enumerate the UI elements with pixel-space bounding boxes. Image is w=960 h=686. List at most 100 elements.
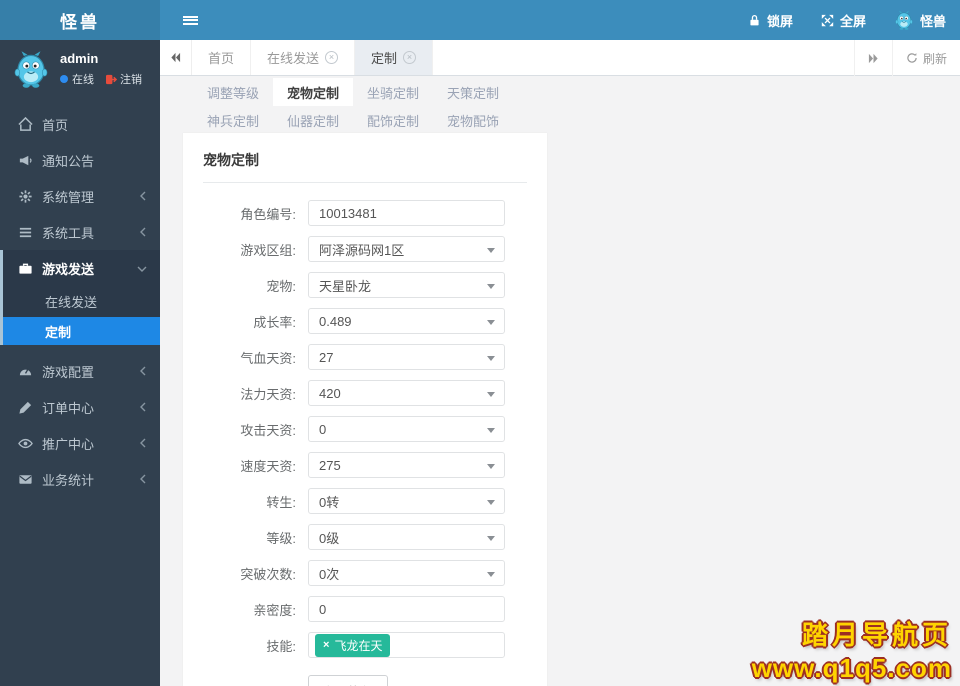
sidebar-item-order-center[interactable]: 订单中心 — [0, 389, 160, 425]
collapse-tabs-button[interactable] — [160, 40, 192, 75]
tab-label: 定制 — [371, 51, 398, 66]
caret-down-icon — [487, 320, 495, 325]
subtab-artifact-customize[interactable]: 仙器定制 — [273, 106, 353, 134]
eye-icon — [18, 438, 33, 448]
logout-label: 注销 — [120, 74, 142, 86]
field-value: 0次 — [319, 566, 340, 582]
field-value: 420 — [319, 385, 341, 401]
rebirth-select[interactable]: 0转 — [308, 488, 505, 514]
fullscreen-icon — [821, 14, 834, 26]
fullscreen-button[interactable]: 全屏 — [821, 11, 866, 30]
forward-icon — [868, 53, 878, 63]
execute-button[interactable]: 立即执行 — [308, 675, 389, 686]
caret-down-icon — [487, 572, 495, 577]
level-select[interactable]: 0级 — [308, 524, 505, 550]
field-label: 宠物: — [266, 278, 296, 294]
chevron-left-icon — [139, 189, 147, 204]
pet-customize-card: 宠物定制 角色编号: 10013481 游戏区组: 阿泽源码网1区 宠物: 天星… — [183, 133, 547, 686]
user-avatar — [12, 50, 50, 88]
caret-down-icon — [487, 392, 495, 397]
tab-label: 首页 — [208, 51, 235, 66]
lock-screen-label: 锁屏 — [766, 13, 793, 29]
sidebar-item-system-admin[interactable]: 系统管理 — [0, 178, 160, 214]
chevron-left-icon — [139, 400, 147, 415]
top-navbar: 怪兽 锁屏 全屏 怪兽 — [0, 0, 960, 40]
subtab-pet-accessory[interactable]: 宠物配饰 — [433, 106, 513, 134]
skill-tag[interactable]: × 飞龙在天 — [315, 633, 391, 657]
sidebar-item-notice[interactable]: 通知公告 — [0, 142, 160, 178]
growth-rate-select[interactable]: 0.489 — [308, 308, 505, 334]
tag-remove-icon[interactable]: × — [323, 639, 329, 651]
subtab-tiance-customize[interactable]: 天策定制 — [433, 78, 513, 106]
field-label: 游戏区组: — [240, 242, 296, 258]
caret-down-icon — [487, 248, 495, 253]
intimacy-input[interactable]: 0 — [308, 596, 505, 622]
subtab-weapon-customize[interactable]: 神兵定制 — [193, 106, 273, 134]
sidebar-item-customize[interactable]: 定制 — [3, 317, 160, 345]
attack-aptitude-select[interactable]: 0 — [308, 416, 505, 442]
sidebar-item-game-send[interactable]: 游戏发送 — [3, 250, 160, 286]
tab-online-send[interactable]: 在线发送 × — [251, 40, 356, 75]
field-value: 275 — [319, 457, 341, 473]
refresh-button[interactable]: 刷新 — [891, 40, 960, 76]
subtab-pet-customize[interactable]: 宠物定制 — [273, 78, 353, 106]
tab-home[interactable]: 首页 — [192, 40, 252, 75]
field-label: 转生: — [266, 494, 296, 510]
breakthrough-select[interactable]: 0次 — [308, 560, 505, 586]
tab-customize[interactable]: 定制 × — [355, 40, 434, 75]
sidebar-username: admin — [60, 51, 99, 66]
logout-icon — [106, 74, 117, 84]
game-send-submenu: 在线发送 定制 — [3, 286, 160, 345]
speed-aptitude-select[interactable]: 275 — [308, 452, 505, 478]
hp-aptitude-select[interactable]: 27 — [308, 344, 505, 370]
sidebar-item-label: 系统管理 — [42, 189, 95, 205]
sidebar-item-home[interactable]: 首页 — [0, 106, 160, 142]
mp-aptitude-select[interactable]: 420 — [308, 380, 505, 406]
sidebar-item-game-config[interactable]: 游戏配置 — [0, 353, 160, 389]
subtab-mount-customize[interactable]: 坐骑定制 — [353, 78, 433, 106]
caret-down-icon — [487, 428, 495, 433]
server-select[interactable]: 阿泽源码网1区 — [308, 236, 505, 262]
app-logo[interactable]: 怪兽 — [0, 0, 160, 40]
sidebar-item-label: 首页 — [42, 117, 69, 133]
pet-select[interactable]: 天星卧龙 — [308, 272, 505, 298]
lock-screen-button[interactable]: 锁屏 — [748, 11, 793, 30]
logout-link[interactable]: 注销 — [106, 71, 142, 87]
backward-icon — [171, 52, 181, 63]
chevron-down-icon — [137, 261, 147, 276]
user-menu[interactable]: 怪兽 — [894, 10, 946, 30]
field-value: 10013481 — [319, 205, 377, 221]
hamburger-icon — [182, 14, 198, 26]
sidebar-menu: 首页 通知公告 系统管理 系统工具 游戏发送 在线发送 定制 游戏配置 订单中心… — [0, 106, 160, 497]
sidebar-item-business-stats[interactable]: 业务统计 — [0, 461, 160, 497]
skill-tag-label: 飞龙在天 — [334, 638, 383, 653]
chevron-left-icon — [139, 225, 147, 240]
online-status-label: 在线 — [72, 74, 94, 86]
main-area: 首页 在线发送 × 定制 × 刷新 调整等级 宠物定制 坐骑定制 天策定制 神兵… — [160, 40, 960, 686]
subtab-accessory-customize[interactable]: 配饰定制 — [353, 106, 433, 134]
sidebar-item-label: 游戏发送 — [42, 261, 95, 277]
chevron-left-icon — [139, 436, 147, 451]
field-label: 法力天资: — [240, 386, 296, 402]
sidebar-toggle-button[interactable] — [172, 0, 208, 40]
tab-bar: 首页 在线发送 × 定制 × 刷新 — [160, 40, 960, 76]
list-icon — [19, 227, 32, 237]
skills-box[interactable]: × 飞龙在天 — [308, 632, 505, 658]
subtab-adjust-level[interactable]: 调整等级 — [193, 78, 273, 106]
field-label: 突破次数: — [240, 566, 296, 582]
chevron-left-icon — [139, 472, 147, 487]
tab-label: 在线发送 — [267, 51, 320, 66]
sidebar-item-system-tools[interactable]: 系统工具 — [0, 214, 160, 250]
sidebar-item-label: 游戏配置 — [42, 364, 95, 380]
forward-tabs-button[interactable] — [853, 40, 892, 76]
field-label: 攻击天资: — [240, 422, 296, 438]
tab-close-icon[interactable]: × — [325, 51, 339, 64]
role-id-input[interactable]: 10013481 — [308, 200, 505, 226]
sidebar-item-online-send[interactable]: 在线发送 — [3, 286, 160, 317]
sidebar-item-label: 推广中心 — [42, 436, 95, 452]
tab-close-icon[interactable]: × — [403, 51, 417, 64]
submenu-item-label: 定制 — [45, 324, 72, 340]
gauge-icon — [19, 367, 32, 375]
sidebar-item-promotion-center[interactable]: 推广中心 — [0, 425, 160, 461]
caret-down-icon — [487, 500, 495, 505]
